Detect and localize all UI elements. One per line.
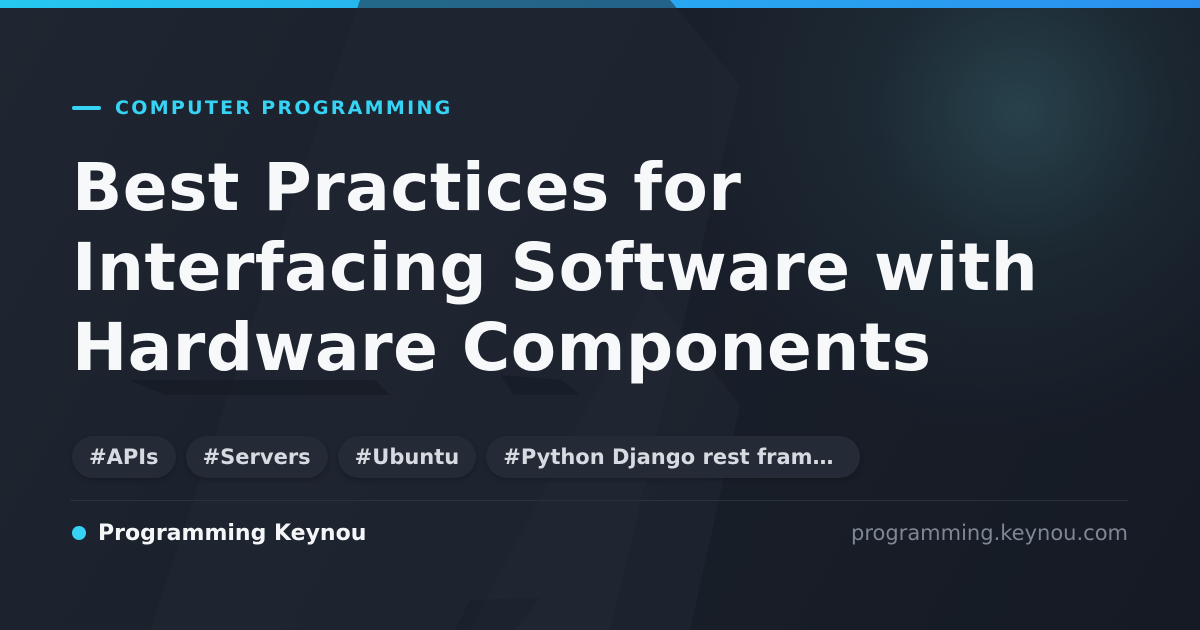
category-label: COMPUTER PROGRAMMING <box>115 97 453 119</box>
category-label-row: COMPUTER PROGRAMMING <box>72 96 453 120</box>
tag-list: #APIs #Servers #Ubuntu #Python Django re… <box>72 436 861 478</box>
share-card: COMPUTER PROGRAMMING Best Practices for … <box>0 0 1200 630</box>
title-line-3: Hardware Components <box>72 309 932 386</box>
tag-apis[interactable]: #APIs <box>72 436 176 478</box>
title-line-2: Interfacing Software with <box>72 229 1039 306</box>
content-area: COMPUTER PROGRAMMING Best Practices for … <box>70 0 1128 630</box>
site-url: programming.keynou.com <box>851 521 1128 545</box>
tag-python-django-rest-framework[interactable]: #Python Django rest framework <box>486 436 861 478</box>
tag-servers[interactable]: #Servers <box>185 436 328 478</box>
tag-ubuntu[interactable]: #Ubuntu <box>337 436 477 478</box>
brand-name: Programming Keynou <box>98 520 367 546</box>
title-line-1: Best Practices for <box>72 149 742 226</box>
brand-row: Programming Keynou <box>72 519 366 547</box>
category-dash-icon <box>72 106 101 110</box>
article-title: Best Practices for Interfacing Software … <box>72 148 1128 388</box>
brand-dot-icon <box>72 526 86 540</box>
footer-divider <box>70 500 1128 501</box>
